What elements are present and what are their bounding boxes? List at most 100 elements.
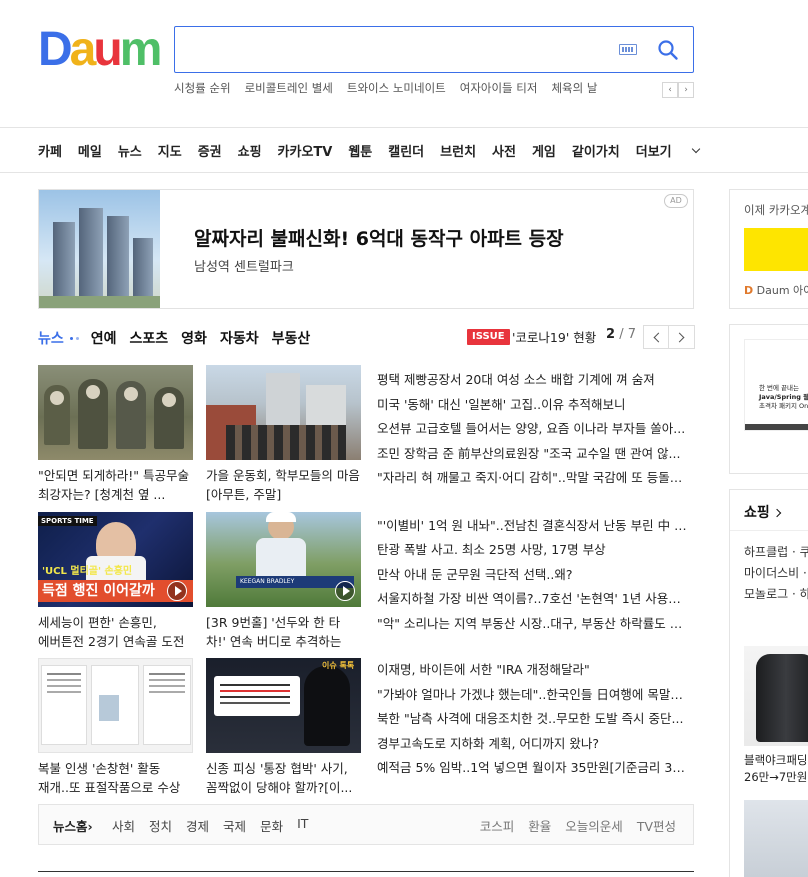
daum-login-link[interactable]: D Daum 아이 xyxy=(744,282,808,298)
link-exchange[interactable]: 환율 xyxy=(528,816,551,835)
headline-item[interactable]: "가봐야 얼마나 가겠냐 했는데"..한국인들 日여행에 목말랐... xyxy=(377,685,692,710)
tab-movie[interactable]: 영화 xyxy=(181,328,207,348)
gnb-more-button[interactable]: 더보기 xyxy=(636,141,700,160)
headline-item[interactable]: 만삭 아내 둔 군무원 극단적 선택..왜? xyxy=(377,565,692,590)
news-home-label: 뉴스홈 xyxy=(53,819,88,834)
trend-item[interactable]: 트와이스 노미네이트 xyxy=(347,80,446,100)
news-card-caption: 가을 운동회, 학부모들의 마음[아무튼, 주말] xyxy=(206,468,360,502)
news-thumbnail xyxy=(38,365,193,460)
headline-item[interactable]: "악" 소리나는 지역 부동산 시장..대구, 부동산 하락률도 가... xyxy=(377,614,692,639)
daum-d-icon: D xyxy=(744,284,754,297)
news-cat-politics[interactable]: 정치 xyxy=(149,816,172,835)
phishing-tag-label: 이슈 톡톡 xyxy=(322,661,355,670)
chevron-right-icon xyxy=(772,508,782,518)
trend-item[interactable]: 로비콜트레인 별세 xyxy=(245,80,333,100)
gnb-item-news[interactable]: 뉴스 xyxy=(118,141,142,160)
trend-prev-button[interactable]: ‹ xyxy=(662,82,678,98)
gnb-item-kakaotv[interactable]: 카카오TV xyxy=(278,141,333,160)
tab-realestate[interactable]: 부동산 xyxy=(272,328,311,348)
ad-subtitle: 남성역 센트럴파크 xyxy=(194,260,294,275)
trend-next-button[interactable]: › xyxy=(678,82,694,98)
headline-item[interactable]: 북한 "남측 사격에 대응조치한 것..무모한 도발 즉시 중단... xyxy=(377,709,692,734)
gnb-item-together[interactable]: 같이가치 xyxy=(572,141,620,160)
sports-sub-label: 'UCL 멀티골' 손흥민 xyxy=(42,566,133,577)
news-card-caption: 복불 인생 '손창현' 활동 재개..또 표절작품으로 수상[... xyxy=(38,761,181,795)
tab-news[interactable]: 뉴스 xyxy=(38,328,64,348)
headline-item[interactable]: 평택 제빵공장서 20대 여성 소스 배합 기계에 껴 숨져 xyxy=(377,370,692,395)
issue-current-page: 2 xyxy=(606,327,616,342)
news-cat-culture[interactable]: 문화 xyxy=(260,816,283,835)
ad-badge[interactable]: AD xyxy=(664,194,688,208)
news-card[interactable]: 가을 운동회, 학부모들의 마음[아무튼, 주말] xyxy=(206,365,361,504)
news-cat-world[interactable]: 국제 xyxy=(223,816,246,835)
play-icon[interactable] xyxy=(335,581,355,601)
tab-car[interactable]: 자동차 xyxy=(220,328,259,348)
next-button[interactable] xyxy=(669,325,695,349)
tab-entertainment[interactable]: 연예 xyxy=(91,328,117,348)
link-fortune[interactable]: 오늘의운세 xyxy=(565,816,623,835)
headline-item[interactable]: 서울지하철 가장 비싼 역이름?..7호선 '논현역' 1년 사용료 ... xyxy=(377,589,692,614)
product-image[interactable] xyxy=(744,646,808,746)
kakao-login-button[interactable] xyxy=(744,228,808,271)
news-card-caption: "안되면 되게하라!" 특공무술 최강자는? [청계천 옆 ... xyxy=(38,468,189,502)
search-box xyxy=(174,26,694,73)
news-card[interactable]: SPORTS TIME 'UCL 멀티골' 손흥민 득점 행진 이어갈까 세세능… xyxy=(38,512,193,651)
tab-sports[interactable]: 스포츠 xyxy=(130,328,169,348)
shopping-link[interactable]: 하프클럽 · 쿠 xyxy=(744,542,808,563)
product-caption[interactable]: 블랙야크패딩 26만→7만원 xyxy=(744,752,807,786)
gnb-item-shopping[interactable]: 쇼핑 xyxy=(238,141,262,160)
gnb-item-game[interactable]: 게임 xyxy=(532,141,556,160)
shopping-links: 하프클럽 · 쿠 마이더스비 · 쿠 모놀로그 · 하 xyxy=(744,542,808,605)
headline-item[interactable]: 예적금 5% 임박..1억 넣으면 월이자 35만원[기준금리 3% ... xyxy=(377,758,692,783)
kakao-login-box: 이제 카카오계 D Daum 아이 xyxy=(729,189,808,309)
trend-item[interactable]: 시청률 순위 xyxy=(174,80,231,100)
news-home-link[interactable]: 뉴스홈› xyxy=(53,816,93,835)
gnb-item-cafe[interactable]: 카페 xyxy=(38,141,62,160)
news-card[interactable]: 이슈 톡톡 신종 피싱 '통장 협박' 사기, 꼼짝없이 당해야 할까?[이..… xyxy=(206,658,361,797)
gnb-item-calendar[interactable]: 캘린더 xyxy=(388,141,424,160)
shopping-link[interactable]: 모놀로그 · 하 xyxy=(744,584,808,605)
headline-list: 평택 제빵공장서 20대 여성 소스 배합 기계에 껴 숨져 미국 '동해' 대… xyxy=(377,370,692,783)
gnb-item-map[interactable]: 지도 xyxy=(158,141,182,160)
headline-item[interactable]: 오션뷰 고급호텔 들어서는 양양, 요즘 이나라 부자들 쏠아... xyxy=(377,419,692,444)
daum-logo[interactable]: Daum xyxy=(38,24,162,76)
headline-item[interactable]: "자라리 혀 깨물고 죽지·어디 감히"..막말 국감에 또 등돌린 ... xyxy=(377,468,692,493)
chevron-right-icon xyxy=(674,332,685,343)
news-card[interactable]: "안되면 되게하라!" 특공무술 최강자는? [청계천 옆 ... xyxy=(38,365,193,504)
gnb-item-stock[interactable]: 증권 xyxy=(198,141,222,160)
search-input[interactable] xyxy=(187,35,607,65)
gnb-item-brunch[interactable]: 브런치 xyxy=(440,141,476,160)
headline-item[interactable]: 이재명, 바이든에 서한 "IRA 개정해달라" xyxy=(377,660,692,685)
news-cat-economy[interactable]: 경제 xyxy=(186,816,209,835)
news-cat-it[interactable]: IT xyxy=(297,816,308,835)
side-promo-ad[interactable]: 한 번에 끝내는 Java/Spring 웹 초격차 패키지 On xyxy=(729,324,808,474)
news-card[interactable]: KEEGAN BRADLEY [3R 9번홀] '선두와 한 타 차!' 연속 … xyxy=(206,512,361,651)
keyboard-icon[interactable] xyxy=(619,44,637,55)
headline-item[interactable]: 조민 장학금 준 前부산의료원장 "조국 교수일 땐 관여 않... xyxy=(377,444,692,469)
headline-item[interactable]: 미국 '동해' 대신 '일본해' 고집..이유 추적해보니 xyxy=(377,395,692,420)
shopping-title[interactable]: 쇼핑 xyxy=(744,502,782,522)
product-image[interactable] xyxy=(744,800,808,877)
trend-item[interactable]: 여자아이들 티저 xyxy=(460,80,538,100)
headline-item[interactable]: 경부고속도로 지하화 계획, 어디까지 왔나? xyxy=(377,734,692,759)
search-icon[interactable] xyxy=(657,39,679,61)
gnb-item-dictionary[interactable]: 사전 xyxy=(492,141,516,160)
headline-item[interactable]: "'이별비' 1억 원 내놔"..전남친 결혼식장서 난동 부린 中 여... xyxy=(377,516,692,541)
promo-image: 한 번에 끝내는 Java/Spring 웹 초격차 패키지 On xyxy=(744,339,808,431)
issue-total-pages: / 7 xyxy=(619,327,636,342)
news-card-caption: 신종 피싱 '통장 협박' 사기, 꼼짝없이 당해야 할까?[이... xyxy=(206,761,353,795)
news-cat-society[interactable]: 사회 xyxy=(112,816,135,835)
link-kospi[interactable]: 코스피 xyxy=(480,816,515,835)
headline-item[interactable]: 탄광 폭발 사고. 최소 25명 사망, 17명 부상 xyxy=(377,540,692,565)
gnb-item-webtoon[interactable]: 웹툰 xyxy=(348,141,372,160)
play-icon[interactable] xyxy=(167,581,187,601)
ad-banner[interactable]: 알짜자리 불패신화! 6억대 동작구 아파트 등장 남성역 센트럴파크 AD xyxy=(38,189,694,309)
link-tv-schedule[interactable]: TV편성 xyxy=(637,816,676,835)
trend-item[interactable]: 체육의 날 xyxy=(551,80,597,100)
shopping-link[interactable]: 마이더스비 · 쿠 xyxy=(744,563,808,584)
issue-text[interactable]: '코로나19' 현황 xyxy=(512,327,596,346)
gnb-item-mail[interactable]: 메일 xyxy=(78,141,102,160)
prev-button[interactable] xyxy=(643,325,669,349)
issue-pager xyxy=(643,325,695,349)
news-card[interactable]: 복불 인생 '손창현' 활동 재개..또 표절작품으로 수상[... xyxy=(38,658,193,797)
